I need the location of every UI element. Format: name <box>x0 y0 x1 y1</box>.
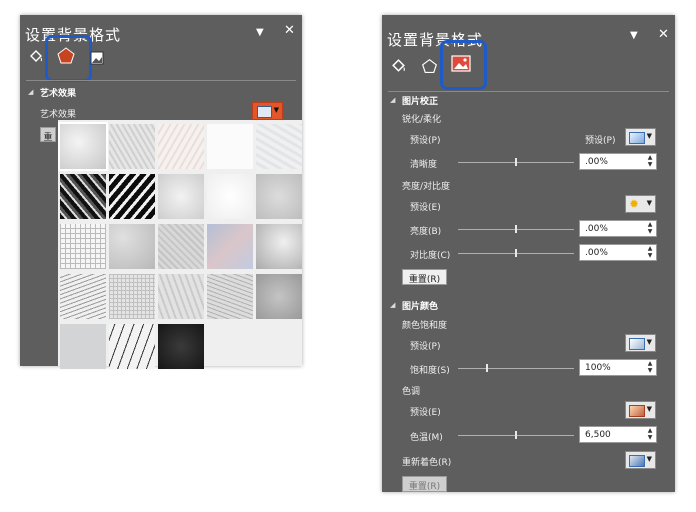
collapse-arrow-icon: ◢ <box>28 88 34 96</box>
effect-none[interactable] <box>58 122 108 171</box>
effects-tab-icon[interactable] <box>421 58 438 75</box>
effect-glow-diffused[interactable] <box>207 174 253 219</box>
saturation-preset-picker[interactable]: ▼ <box>625 334 656 352</box>
tone-preset-picker[interactable]: ▼ <box>625 401 656 419</box>
saturation-slider[interactable] <box>458 368 574 369</box>
effects-tab-icon[interactable] <box>56 46 76 66</box>
effect-blur[interactable] <box>256 174 302 219</box>
artistic-effects-gallery <box>58 120 302 369</box>
brightness-label: 亮度(B) <box>410 227 442 237</box>
color-tone-label: 色调 <box>402 387 421 397</box>
collapse-arrow-icon: ◢ <box>390 301 396 309</box>
brightness-preset-label: 预设(E) <box>410 203 441 213</box>
recolor-picker[interactable]: ▼ <box>625 451 656 469</box>
clarity-slider-thumb[interactable] <box>515 158 517 166</box>
effect-cement[interactable] <box>109 224 155 269</box>
pane-options-dropdown-icon[interactable]: ▼ <box>630 30 638 41</box>
clarity-input[interactable]: .00% ▲ ▼ <box>579 153 657 170</box>
brightness-input[interactable]: .00% ▲ ▼ <box>579 220 657 237</box>
brightness-contrast-label: 亮度/对比度 <box>402 182 451 192</box>
effect-plastic-wrap[interactable] <box>256 224 302 269</box>
effect-cutout[interactable] <box>60 274 106 319</box>
collapse-arrow-icon: ◢ <box>390 96 396 104</box>
picture-corrections-section-title[interactable]: 图片校正 <box>402 94 438 107</box>
saturation-slider-thumb[interactable] <box>486 364 488 372</box>
saturation-preset-label: 预设(P) <box>410 342 441 352</box>
tone-preset-label: 预设(E) <box>410 408 441 418</box>
recolor-label: 重新着色(R) <box>402 458 452 468</box>
fill-tab-icon[interactable] <box>28 49 44 65</box>
effect-texturizer[interactable] <box>60 224 106 269</box>
color-saturation-label: 颜色饱和度 <box>402 321 448 331</box>
contrast-slider-thumb[interactable] <box>515 249 517 257</box>
fill-tab-icon[interactable] <box>390 58 407 75</box>
temperature-slider-thumb[interactable] <box>515 431 517 439</box>
effect-paint-brush[interactable] <box>256 274 302 319</box>
effect-chalk-sketch[interactable] <box>207 124 253 169</box>
contrast-label: 对比度(C) <box>410 251 451 261</box>
temperature-label: 色温(M) <box>410 433 443 443</box>
pane-close-icon[interactable]: ✕ <box>658 27 669 42</box>
tab-separator <box>388 91 669 92</box>
clarity-label: 清晰度 <box>410 160 438 170</box>
effect-marker[interactable] <box>207 274 253 319</box>
effect-mosaic-bubbles[interactable] <box>109 174 155 219</box>
chevron-down-icon: ▼ <box>273 106 279 114</box>
sharpen-preset-label-right: 预设(P) <box>585 136 616 146</box>
brightness-slider-thumb[interactable] <box>515 225 517 233</box>
saturation-input[interactable]: 100% ▲ ▼ <box>579 359 657 376</box>
effect-crisscross-etching[interactable] <box>158 224 204 269</box>
saturation-label: 饱和度(S) <box>410 366 450 376</box>
temperature-input[interactable]: 6,500 ▲ ▼ <box>579 426 657 443</box>
pane-close-icon[interactable]: ✕ <box>284 23 295 38</box>
effect-photocopy[interactable] <box>60 174 106 219</box>
sharpen-preset-picker[interactable]: ▼ <box>625 128 656 146</box>
artistic-effects-button[interactable]: ▼ <box>252 102 283 120</box>
effects-thumbnail-icon <box>257 106 272 118</box>
sharpen-soften-label: 锐化/柔化 <box>402 115 442 125</box>
effect-crackle[interactable] <box>109 324 155 369</box>
picture-tab-icon[interactable] <box>451 54 471 74</box>
contrast-input[interactable]: .00% ▲ ▼ <box>579 244 657 261</box>
effect-line-drawing[interactable] <box>158 124 204 169</box>
effect-film-grain[interactable] <box>109 274 155 319</box>
artistic-effects-section-title[interactable]: 艺术效果 <box>40 86 76 99</box>
brightness-preset-picker[interactable]: ✹ ▼ <box>625 195 656 213</box>
sharpen-preset-label: 预设(P) <box>410 136 441 146</box>
effect-watercolor-sponge[interactable] <box>158 274 204 319</box>
artistic-effects-label: 艺术效果 <box>40 110 77 120</box>
effect-pastels-smooth[interactable] <box>207 224 253 269</box>
color-reset-button[interactable]: 重置(R) <box>402 476 447 492</box>
effect-glass[interactable] <box>158 174 204 219</box>
tab-separator <box>26 80 296 81</box>
effect-pencil-sketch[interactable] <box>109 124 155 169</box>
effect-light-screen[interactable] <box>60 324 106 369</box>
effect-dark-texture[interactable] <box>158 324 204 369</box>
sun-icon: ✹ <box>629 197 640 211</box>
right-format-background-pane: 设置背景格式 ▼ ✕ ◢ 图片校正 锐化/柔化 预设(P) 预设(P) ▼ 清晰… <box>382 15 675 492</box>
picture-color-section-title[interactable]: 图片颜色 <box>402 299 438 312</box>
effect-paint-strokes[interactable] <box>256 124 302 169</box>
reset-button-partial[interactable]: 重 <box>40 127 56 143</box>
picture-tab-icon[interactable] <box>90 50 104 65</box>
corrections-reset-button[interactable]: 重置(R) <box>402 269 447 285</box>
pane-options-dropdown-icon[interactable]: ▼ <box>256 27 264 38</box>
left-format-background-pane: 设置背景格式 ▼ ✕ ◢ 艺术效果 艺术效果 ▼ 重 <box>20 15 302 369</box>
